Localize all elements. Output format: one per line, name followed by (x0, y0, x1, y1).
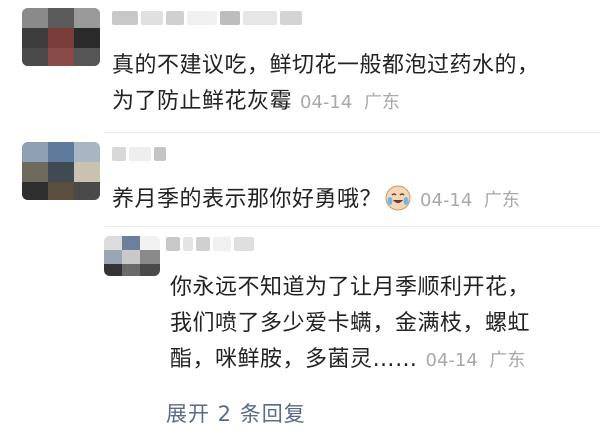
reply-text-line: 我们喷了多少爱卡螨，金满枝，螺虹 (170, 311, 531, 336)
comment-body: 养月季的表示那你好勇哦？ 04-14 广东 (112, 182, 520, 219)
commenter-name-redacted[interactable] (112, 10, 302, 26)
divider (104, 226, 600, 227)
comment-text-line: 为了防止鲜花灰霉 (112, 89, 293, 114)
comment-text-line: 真的不建议吃，鲜切花一般都泡过药水的， (112, 53, 540, 78)
comment-thread: 真的不建议吃，鲜切花一般都泡过药水的， 为了防止鲜花灰霉 04-14 广东 养月季… (0, 0, 600, 440)
commenter-avatar[interactable] (22, 142, 100, 200)
reply-avatar[interactable] (104, 236, 160, 276)
comment-body: 真的不建议吃，鲜切花一般都泡过药水的， 为了防止鲜花灰霉 04-14 广东 (112, 48, 540, 121)
commenter-name-redacted[interactable] (112, 146, 166, 162)
reply-date: 04-14 (425, 350, 478, 371)
comment-date: 04-14 (420, 190, 473, 211)
comment-location: 广东 (483, 190, 520, 211)
reply-name-redacted[interactable] (166, 236, 254, 252)
reply-text-line: 酯，咪鲜胺，多菌灵…… (170, 347, 418, 372)
reply-body: 你永远不知道为了让月季顺利开花， 我们喷了多少爱卡螨，金满枝，螺虹 酯，咪鲜胺，… (170, 270, 530, 379)
crying-laughing-emoji-icon (384, 184, 412, 212)
reply-text-line: 你永远不知道为了让月季顺利开花， (170, 275, 531, 300)
expand-replies-link[interactable]: 展开 2 条回复 (166, 398, 306, 428)
comment-date: 04-14 (300, 92, 353, 113)
comment-location: 广东 (363, 92, 400, 113)
commenter-avatar[interactable] (22, 8, 100, 66)
divider (104, 132, 600, 133)
comment-text: 养月季的表示那你好勇哦？ (112, 187, 383, 212)
reply-location: 广东 (489, 350, 526, 371)
